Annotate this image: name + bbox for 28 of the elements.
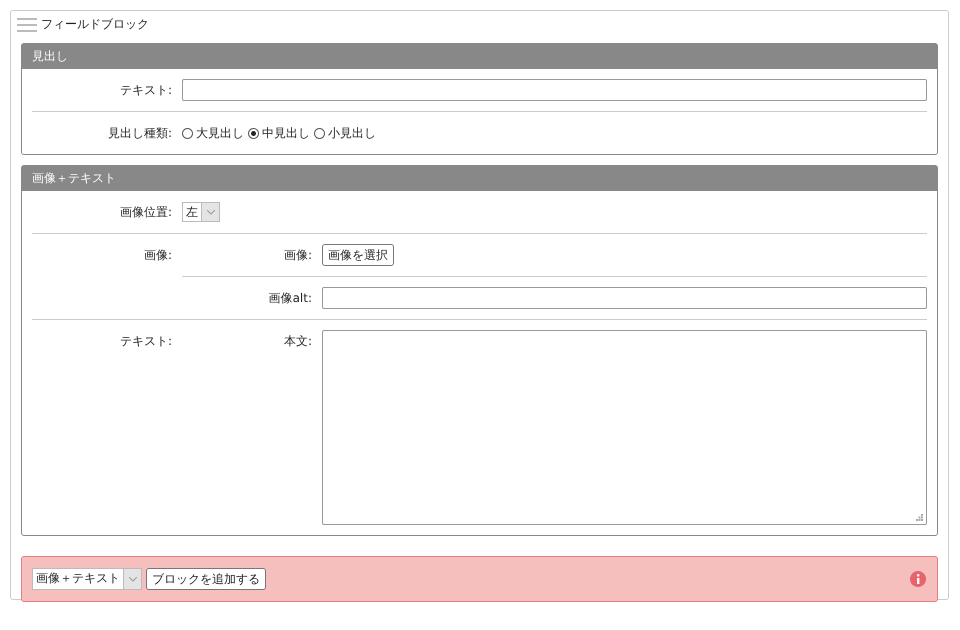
field-label: 画像: bbox=[144, 248, 172, 262]
caret-icon bbox=[128, 576, 136, 582]
select-field[interactable]: 左 bbox=[182, 202, 220, 222]
field-label: 見出し種類: bbox=[108, 126, 172, 140]
resize-grip-icon bbox=[916, 514, 923, 521]
radio-label[interactable]: 大見出し bbox=[196, 124, 244, 142]
radio-button[interactable] bbox=[182, 128, 193, 138]
radio-button[interactable] bbox=[248, 128, 259, 138]
radio-label[interactable]: 中見出し bbox=[262, 124, 310, 142]
field-label: 画像alt: bbox=[268, 291, 312, 305]
field-label: テキスト: bbox=[120, 334, 172, 348]
select-image-button[interactable]: 画像を選択 bbox=[322, 244, 394, 266]
info-icon bbox=[910, 571, 926, 587]
panel-title: フィールドブロック bbox=[41, 16, 149, 33]
block-title: 画像＋テキスト bbox=[22, 166, 937, 191]
radio-button[interactable] bbox=[314, 128, 325, 138]
block-type-select[interactable]: 画像＋テキスト bbox=[32, 568, 142, 590]
block-title: 見出し bbox=[22, 44, 937, 69]
field-label: 画像: bbox=[284, 248, 312, 262]
menu-icon[interactable] bbox=[17, 18, 37, 32]
field-label: 画像位置: bbox=[120, 205, 172, 219]
caret-icon bbox=[206, 210, 214, 214]
radio-label[interactable]: 小見出し bbox=[328, 124, 376, 142]
field-label: 本文: bbox=[284, 334, 312, 348]
field-label: テキスト: bbox=[120, 83, 172, 97]
input-field[interactable] bbox=[322, 287, 927, 309]
input-field[interactable] bbox=[182, 79, 927, 101]
add-block-button[interactable]: ブロックを追加する bbox=[146, 568, 266, 590]
